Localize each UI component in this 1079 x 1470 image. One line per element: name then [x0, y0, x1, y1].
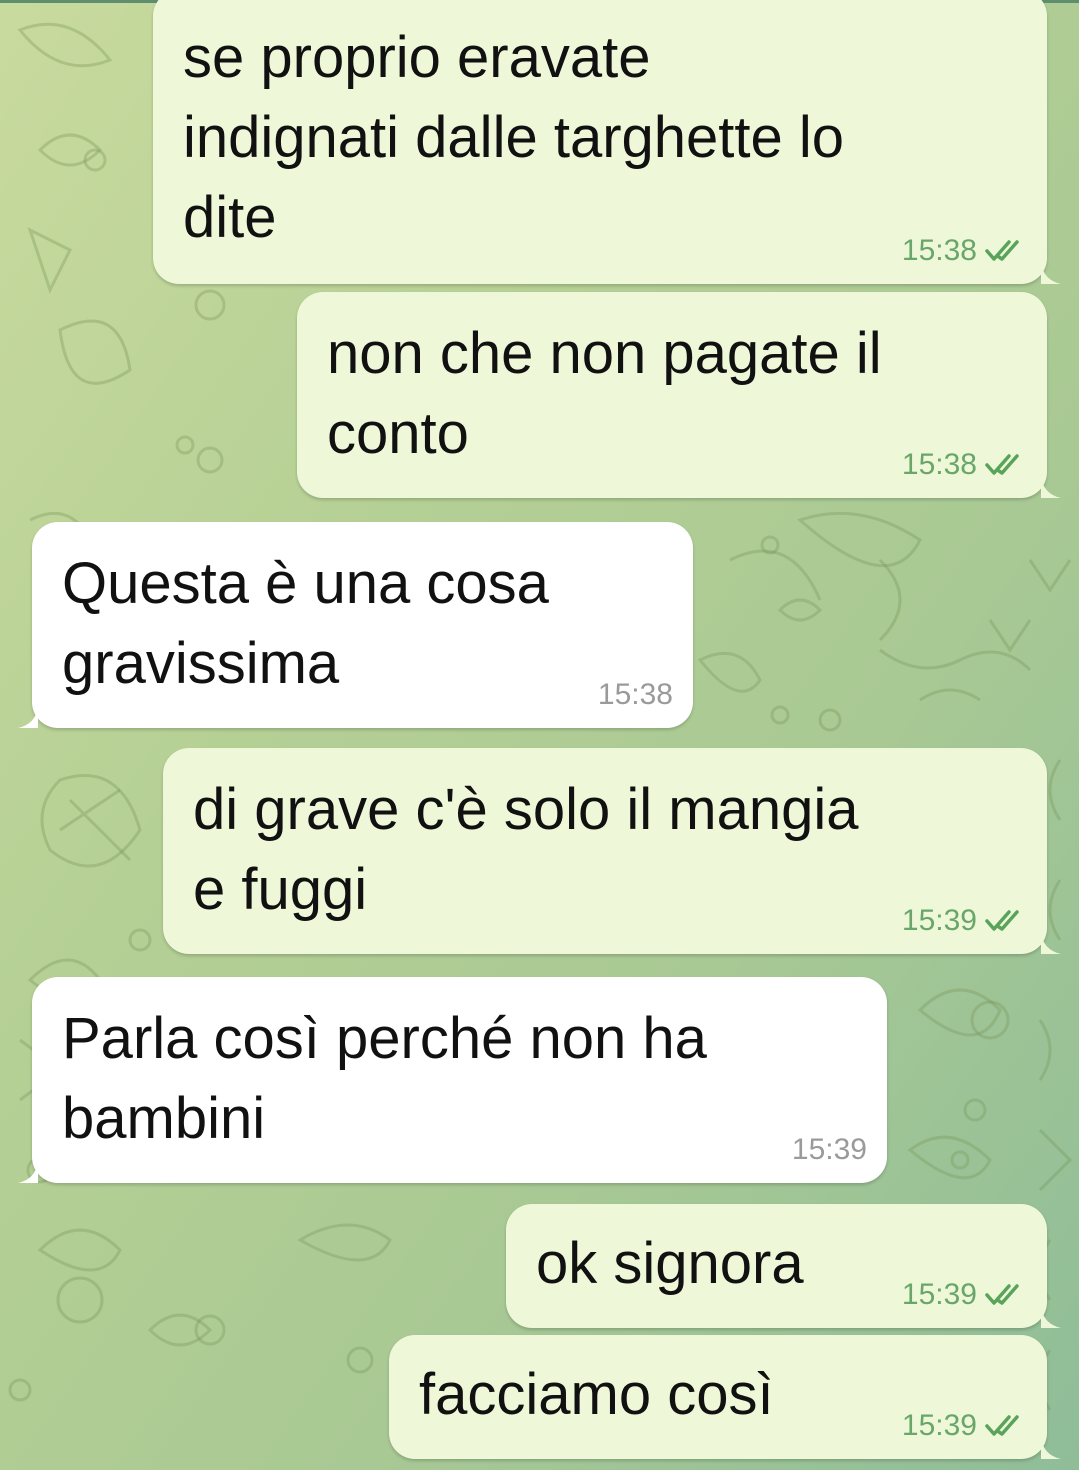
bubble-tail — [1041, 262, 1061, 284]
message-text: se proprio eravate indignati dalle targh… — [183, 25, 845, 250]
bubble-tail — [1041, 476, 1061, 498]
double-check-icon — [985, 910, 1027, 932]
bubble-tail — [18, 1161, 38, 1183]
incoming-message-bubble[interactable]: Questa è una cosa gravissima 15:38 — [18, 522, 693, 728]
bubble-tail — [1041, 1306, 1061, 1328]
message-timestamp: 15:39 — [901, 1409, 977, 1442]
message-meta: 15:39 — [902, 1278, 1027, 1312]
message-text: non che non pagate il conto — [327, 321, 882, 466]
message-timestamp: 15:39 — [901, 1278, 977, 1311]
double-check-icon — [985, 240, 1027, 262]
outgoing-message-bubble[interactable]: di grave c'è solo il mangia e fuggi 15:39 — [163, 748, 1061, 954]
bubble-tail — [1041, 932, 1061, 954]
message-timestamp: 15:39 — [901, 904, 977, 937]
bubble-tail — [1041, 1437, 1061, 1459]
outgoing-message-bubble[interactable]: se proprio eravate indignati dalle targh… — [153, 0, 1061, 284]
message-timestamp: 15:39 — [791, 1133, 867, 1166]
message-text: di grave c'è solo il mangia e fuggi — [193, 777, 859, 922]
double-check-icon — [985, 454, 1027, 476]
incoming-message-bubble[interactable]: Parla così perché non ha bambini 15:39 — [18, 977, 887, 1183]
message-timestamp: 15:38 — [901, 448, 977, 481]
message-text: Parla così perché non ha bambini — [62, 1006, 707, 1151]
message-meta: 15:38 — [902, 234, 1027, 268]
message-text: ok signora — [536, 1231, 804, 1296]
message-text: facciamo così — [419, 1362, 774, 1427]
message-text: Questa è una cosa gravissima — [62, 551, 549, 696]
outgoing-message-bubble[interactable]: ok signora 15:39 — [506, 1204, 1061, 1328]
message-meta: 15:39 — [792, 1133, 867, 1167]
message-timestamp: 15:38 — [597, 678, 673, 711]
double-check-icon — [985, 1415, 1027, 1437]
message-meta: 15:39 — [902, 1409, 1027, 1443]
message-meta: 15:39 — [902, 904, 1027, 938]
outgoing-message-bubble[interactable]: non che non pagate il conto 15:38 — [297, 292, 1061, 498]
outgoing-message-bubble[interactable]: facciamo così 15:39 — [389, 1335, 1061, 1459]
message-meta: 15:38 — [598, 678, 673, 712]
message-timestamp: 15:38 — [901, 234, 977, 267]
bubble-tail — [18, 706, 38, 728]
double-check-icon — [985, 1284, 1027, 1306]
message-meta: 15:38 — [902, 448, 1027, 482]
